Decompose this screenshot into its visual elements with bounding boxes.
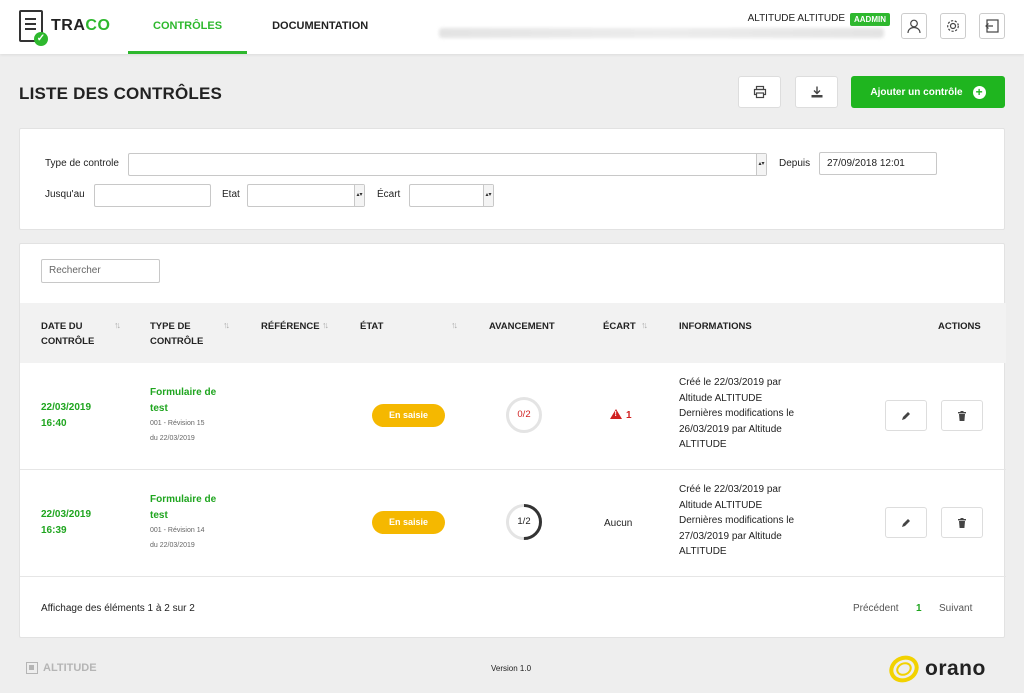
etat-label: Etat xyxy=(222,189,240,200)
ecart-select[interactable]: ▴▾ xyxy=(409,184,494,207)
progress-ring: 1/2 xyxy=(505,503,543,541)
jusquau-label: Jusqu'au xyxy=(45,189,85,200)
pencil-icon xyxy=(902,518,910,527)
clipboard-icon: ✓ xyxy=(19,10,48,46)
row-type[interactable]: Formulaire de test 001 - Révision 15 du … xyxy=(150,385,216,446)
type-name: test xyxy=(150,509,168,521)
ecart-value: ! 1 xyxy=(610,409,632,421)
print-button[interactable] xyxy=(738,76,781,108)
header-ecart[interactable]: ÉCART xyxy=(603,319,636,334)
edit-button[interactable] xyxy=(885,507,927,538)
header-avancement: AVANCEMENT xyxy=(489,321,555,332)
progress-text: 0/2 xyxy=(517,409,531,420)
trash-icon xyxy=(958,410,966,421)
trash-icon xyxy=(958,517,966,528)
select-arrow-icon: ▴▾ xyxy=(756,154,766,175)
type-revision: 001 - Révision 15 xyxy=(150,420,205,427)
table-row[interactable]: 22/03/2019 16:39 Formulaire de test 001 -… xyxy=(20,470,1006,577)
pencil-icon xyxy=(902,411,910,420)
pager-next[interactable]: Suivant xyxy=(939,603,972,614)
header-date[interactable]: DATE DU CONTRÔLE xyxy=(41,319,94,349)
edit-button[interactable] xyxy=(885,400,927,431)
altitude-logo: ALTITUDE xyxy=(26,662,97,674)
select-arrow-icon: ▴▾ xyxy=(483,185,493,206)
row-date[interactable]: 22/03/2019 16:40 xyxy=(41,400,91,431)
download-button[interactable] xyxy=(795,76,838,108)
top-bar: ✓ TRACO CONTRÔLES DOCUMENTATION ALTITUDE… xyxy=(0,0,1024,54)
page-title: LISTE DES CONTRÔLES xyxy=(19,84,223,103)
role-badge: AADMIN xyxy=(850,13,890,26)
select-arrow-icon: ▴▾ xyxy=(354,185,364,206)
app-logo[interactable]: ✓ TRACO xyxy=(19,10,111,46)
type-name: Formulaire de xyxy=(150,494,217,505)
row-date[interactable]: 22/03/2019 16:39 xyxy=(41,507,91,538)
type-name: Formulaire de xyxy=(150,387,217,398)
list-panel: Rechercher DATE DU CONTRÔLE ↑↓ TYPE DE CON… xyxy=(19,243,1006,638)
ecart-value: Aucun xyxy=(604,518,633,529)
logout-button[interactable] xyxy=(979,13,1005,39)
table-header: DATE DU CONTRÔLE ↑↓ TYPE DE CONTRÔLE ↑↓ RÉ… xyxy=(20,303,1006,363)
depuis-label: Depuis xyxy=(779,158,811,169)
gear-icon xyxy=(947,20,959,32)
user-icon xyxy=(907,19,921,34)
print-icon xyxy=(753,85,766,99)
type-revision: 001 - Révision 14 xyxy=(150,527,205,534)
row-type[interactable]: Formulaire de test 001 - Révision 14 du … xyxy=(150,492,216,553)
etat-select[interactable]: ▴▾ xyxy=(247,184,365,207)
row-info: Créé le 22/03/2019 par Altitude ALTITUDE… xyxy=(679,484,795,557)
download-icon xyxy=(811,86,822,98)
altitude-logo-icon xyxy=(26,662,38,674)
depuis-input[interactable]: 27/09/2018 12:01 xyxy=(819,152,937,175)
header-type[interactable]: TYPE DE CONTRÔLE xyxy=(150,319,203,349)
header-actions: ACTIONS xyxy=(938,321,981,332)
settings-button[interactable] xyxy=(940,13,966,39)
warning-icon: ! xyxy=(610,409,622,419)
type-select[interactable]: ▴▾ xyxy=(128,153,767,176)
version-text: Version 1.0 xyxy=(491,664,532,673)
type-label: Type de controle xyxy=(45,158,119,169)
progress-ring: 0/2 xyxy=(505,396,543,434)
header-reference[interactable]: RÉFÉRENCE xyxy=(261,319,320,334)
delete-button[interactable] xyxy=(941,400,983,431)
nav-controles[interactable]: CONTRÔLES xyxy=(128,0,248,54)
sort-icon[interactable]: ↑↓ xyxy=(451,320,458,330)
plus-circle-icon: + xyxy=(972,85,986,99)
sort-icon[interactable]: ↑↓ xyxy=(641,320,648,330)
orano-logo-text: orano xyxy=(925,657,986,680)
app-name: TRACO xyxy=(51,17,111,34)
progress-text: 1/2 xyxy=(517,516,531,527)
pagination-info: Affichage des éléments 1 à 2 sur 2 xyxy=(41,603,195,614)
header-informations: INFORMATIONS xyxy=(679,321,752,332)
header-etat[interactable]: ÉTAT xyxy=(360,319,383,334)
sort-icon[interactable]: ↑↓ xyxy=(223,320,230,330)
type-name: test xyxy=(150,402,168,414)
altitude-logo-text: ALTITUDE xyxy=(43,662,97,674)
logout-icon xyxy=(985,19,999,33)
type-revision-date: du 22/03/2019 xyxy=(150,542,195,549)
filter-panel: Type de controle ▴▾ Depuis 27/09/2018 12… xyxy=(19,128,1005,230)
orano-ring-icon xyxy=(889,655,919,683)
main-nav: CONTRÔLES DOCUMENTATION xyxy=(128,0,393,54)
type-revision-date: du 22/03/2019 xyxy=(150,435,195,442)
nav-documentation[interactable]: DOCUMENTATION xyxy=(247,0,393,54)
sort-icon[interactable]: ↑↓ xyxy=(322,320,329,330)
table-row[interactable]: 22/03/2019 16:40 Formulaire de test 001 -… xyxy=(20,363,1006,470)
delete-button[interactable] xyxy=(941,507,983,538)
orano-logo: orano xyxy=(887,652,986,686)
row-info: Créé le 22/03/2019 par Altitude ALTITUDE… xyxy=(679,377,795,450)
pager-previous[interactable]: Précédent xyxy=(853,603,899,614)
check-icon: ✓ xyxy=(34,32,48,46)
jusquau-input[interactable] xyxy=(94,184,211,207)
user-name: ALTITUDE ALTITUDE xyxy=(747,13,845,24)
sort-icon[interactable]: ↑↓ xyxy=(114,320,121,330)
pager-current[interactable]: 1 xyxy=(916,603,922,614)
add-control-label: Ajouter un contrôle xyxy=(870,86,963,98)
search-input[interactable]: Rechercher xyxy=(41,259,160,283)
status-badge: En saisie xyxy=(372,404,445,427)
redacted-text xyxy=(439,28,884,38)
ecart-label: Écart xyxy=(377,189,401,200)
add-control-button[interactable]: Ajouter un contrôle + xyxy=(851,76,1005,108)
profile-button[interactable] xyxy=(901,13,927,39)
status-badge: En saisie xyxy=(372,511,445,534)
